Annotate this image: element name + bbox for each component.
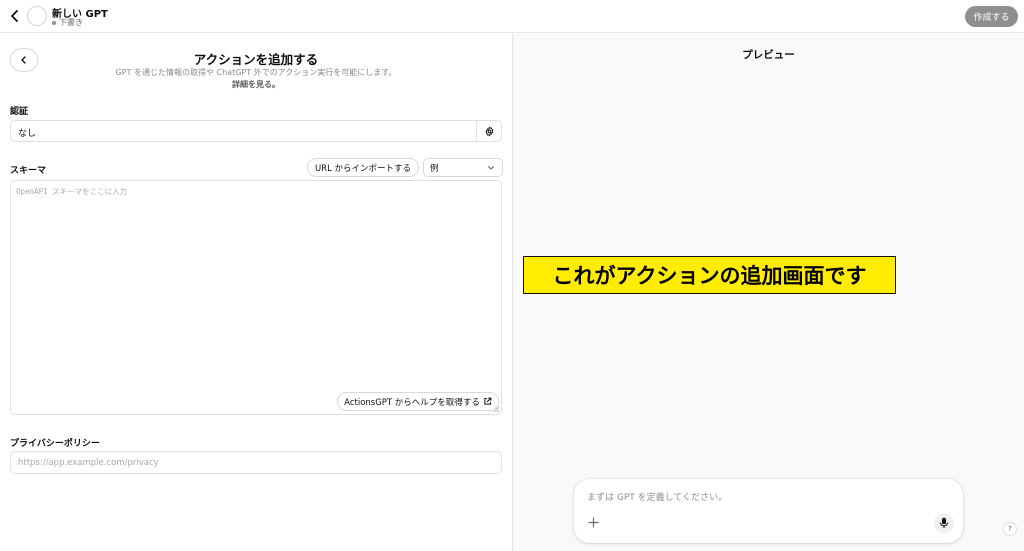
- composer-placeholder: まずは GPT を定義してください。: [587, 493, 728, 503]
- plus-icon[interactable]: [585, 514, 601, 530]
- auth-value: なし: [18, 129, 37, 139]
- chevron-down-icon: [488, 166, 494, 170]
- create-button[interactable]: 作成する: [965, 6, 1018, 27]
- actionsgpt-help-button[interactable]: ActionsGPT からヘルプを取得する: [337, 392, 499, 411]
- message-composer[interactable]: まずは GPT を定義してください。: [574, 479, 963, 543]
- status-text: 下書き: [59, 18, 83, 27]
- action-editor-panel: アクションを追加する GPT を通じた情報の取得や ChatGPT 外でのアクシ…: [0, 34, 512, 551]
- annotation-callout: これがアクションの追加画面です: [523, 256, 896, 294]
- examples-value: 例: [430, 164, 439, 174]
- microphone-icon: [940, 517, 948, 528]
- learn-more-link[interactable]: 詳細を見る。: [0, 79, 512, 90]
- schema-placeholder: OpenAPI スキーマをここに入力: [16, 187, 128, 196]
- privacy-label: プライバシーポリシー: [10, 439, 100, 449]
- top-bar: 新しい GPT 下書き 作成する: [0, 0, 1024, 33]
- preview-title: プレビュー: [742, 49, 795, 61]
- action-panel-description: GPT を通じた情報の取得や ChatGPT 外でのアクション実行を可能にします…: [115, 68, 397, 77]
- external-link-icon: [484, 397, 492, 405]
- schema-input[interactable]: OpenAPI スキーマをここに入力 ActionsGPT からヘルプを取得する: [10, 180, 502, 415]
- import-from-url-button[interactable]: URL からインポートする: [307, 158, 419, 177]
- preview-panel: プレビュー これがアクションの追加画面です まずは GPT を定義してください。…: [513, 34, 1024, 551]
- schema-label: スキーマ: [10, 166, 47, 176]
- resize-handle-icon[interactable]: [492, 405, 500, 413]
- draft-status: 下書き: [52, 17, 83, 28]
- auth-label: 認証: [10, 107, 29, 117]
- status-dot-icon: [52, 20, 56, 25]
- gear-icon: [485, 126, 493, 136]
- help-button[interactable]: ?: [1003, 522, 1017, 536]
- back-chevron-icon[interactable]: [8, 8, 22, 24]
- auth-settings-button[interactable]: [476, 121, 501, 141]
- help-button-label: ActionsGPT からヘルプを取得する: [344, 397, 480, 408]
- examples-select[interactable]: 例: [423, 158, 503, 177]
- privacy-placeholder: https://app.example.com/privacy: [18, 458, 159, 468]
- action-panel-title: アクションを追加する: [193, 52, 319, 67]
- privacy-policy-input[interactable]: https://app.example.com/privacy: [10, 451, 502, 474]
- microphone-button[interactable]: [934, 513, 954, 533]
- auth-field[interactable]: なし: [10, 120, 502, 142]
- gpt-avatar[interactable]: [27, 6, 47, 26]
